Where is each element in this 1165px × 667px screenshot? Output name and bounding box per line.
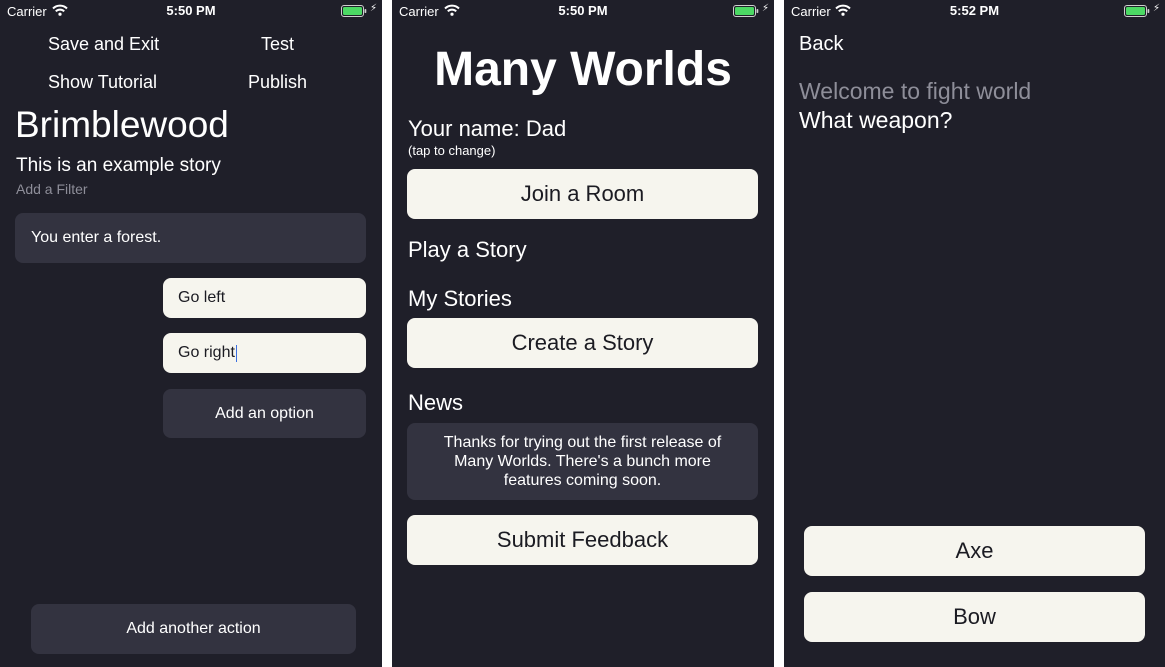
add-action-label: Add another action — [126, 620, 261, 637]
news-heading: News — [408, 390, 464, 415]
show-tutorial-button[interactable]: Show Tutorial — [48, 72, 157, 93]
filter-input[interactable]: Add a Filter — [16, 181, 88, 197]
status-time: 5:50 PM — [166, 3, 216, 18]
story-current-text: What weapon? — [799, 107, 953, 133]
option-text: Go left — [178, 289, 226, 306]
submit-feedback-label: Submit Feedback — [496, 527, 669, 552]
battery-icon — [733, 5, 759, 17]
choice-button-axe[interactable]: Axe — [804, 526, 1145, 576]
status-time: 5:52 PM — [949, 3, 1000, 18]
publish-button[interactable]: Publish — [248, 72, 307, 93]
charging-bolt-icon: ⚡ — [1153, 3, 1161, 14]
create-story-label: Create a Story — [511, 330, 654, 355]
join-room-label: Join a Room — [520, 181, 645, 206]
passage-text-field[interactable]: You enter a forest. — [15, 213, 366, 263]
charging-bolt-icon: ⚡ — [762, 3, 770, 14]
battery-icon — [1124, 5, 1150, 17]
option-text: Go right — [178, 344, 235, 361]
option-input-go-right[interactable]: Go right — [163, 333, 366, 373]
add-another-action-button[interactable]: Add another action — [31, 604, 356, 654]
save-and-exit-button[interactable]: Save and Exit — [48, 34, 159, 55]
story-description[interactable]: This is an example story — [16, 155, 221, 177]
play-story-screen: Carrier 5:52 PM ⚡ Back Welcome to fight … — [784, 0, 1165, 667]
choice-label: Axe — [955, 538, 994, 563]
test-button[interactable]: Test — [261, 34, 294, 55]
create-story-button[interactable]: Create a Story — [407, 318, 758, 368]
story-history-text: Welcome to fight world — [799, 78, 1032, 104]
status-bar: Carrier 5:52 PM ⚡ — [784, 0, 1165, 22]
charging-bolt-icon: ⚡ — [370, 3, 378, 14]
back-button[interactable]: Back — [799, 33, 843, 56]
choice-button-bow[interactable]: Bow — [804, 592, 1145, 642]
add-option-button[interactable]: Add an option — [163, 389, 366, 438]
screens-row: Carrier 5:50 PM ⚡ Save and Exit Test Sho… — [0, 0, 1165, 667]
submit-feedback-button[interactable]: Submit Feedback — [407, 515, 758, 565]
battery-icon — [341, 5, 367, 17]
your-name-label[interactable]: Your name: Dad — [408, 116, 566, 142]
choice-label: Bow — [953, 604, 996, 629]
story-title[interactable]: Brimblewood — [15, 104, 229, 146]
news-box: Thanks for trying out the first release … — [407, 423, 758, 500]
option-input-go-left[interactable]: Go left — [163, 278, 366, 318]
my-stories-heading: My Stories — [408, 286, 512, 311]
status-bar: Carrier 5:50 PM ⚡ — [392, 0, 774, 22]
add-option-label: Add an option — [215, 404, 314, 422]
news-text: Thanks for trying out the first release … — [443, 434, 722, 489]
status-time: 5:50 PM — [558, 3, 608, 18]
text-cursor — [235, 344, 237, 362]
home-screen: Carrier 5:50 PM ⚡ Many Worlds Your name:… — [392, 0, 774, 667]
play-story-heading[interactable]: Play a Story — [408, 237, 527, 263]
status-bar: Carrier 5:50 PM ⚡ — [0, 0, 382, 22]
app-title: Many Worlds — [434, 43, 732, 96]
story-editor-screen: Carrier 5:50 PM ⚡ Save and Exit Test Sho… — [0, 0, 382, 667]
tap-to-change-hint: (tap to change) — [408, 143, 496, 158]
passage-text: You enter a forest. — [31, 229, 162, 246]
join-room-button[interactable]: Join a Room — [407, 169, 758, 219]
